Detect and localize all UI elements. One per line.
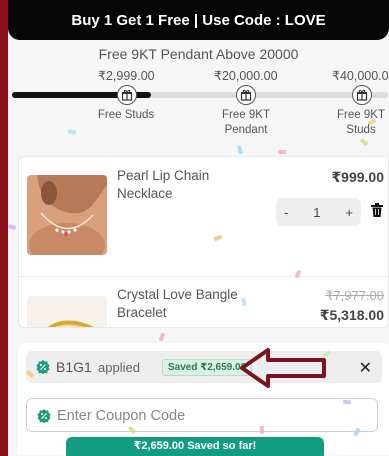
progress-track <box>12 92 388 98</box>
confetti-piece <box>278 150 286 154</box>
quantity-stepper: - 1 + <box>276 198 361 226</box>
savings-banner: ₹2,659.00 Saved so far! <box>66 437 324 456</box>
discount-badge-icon <box>37 409 51 423</box>
milestone-heading: Free 9KT Pendant Above 20000 <box>98 46 299 62</box>
trash-icon[interactable] <box>371 203 383 222</box>
tier-price: ₹20,000.00 <box>214 69 278 83</box>
product-image[interactable] <box>27 175 107 255</box>
decrease-qty-button[interactable]: - <box>284 205 288 220</box>
milestone-tracker: ₹2,999.00 ₹20,000.00 ₹40,000.00 Free Stu… <box>8 68 389 140</box>
promo-banner-text: Buy 1 Get 1 Free | Use Code : LOVE <box>71 11 326 29</box>
gift-icon <box>236 85 256 105</box>
applied-coupon-code: B1G1 <box>56 359 92 375</box>
remove-coupon-button[interactable]: ✕ <box>359 358 372 378</box>
tier-label: Free 9KT Pendant <box>222 109 270 136</box>
saved-amount-badge: Saved ₹2,659.00 <box>162 359 253 376</box>
cart-item: Pearl Lip Chain Necklace ₹999.00 - 1 + <box>19 157 388 277</box>
annotation-arrow-icon <box>240 348 326 388</box>
cart-item-list[interactable]: Pearl Lip Chain Necklace ₹999.00 - 1 + C… <box>18 156 389 328</box>
cart-item: Crystal Love Bangle Bracelet ₹7,977.00 ₹… <box>19 278 388 327</box>
confetti-piece <box>259 425 265 435</box>
product-mrp: ₹7,977.00 <box>325 288 384 303</box>
tier-label: Free 9KT Studs <box>337 109 385 136</box>
confetti-piece <box>342 399 352 405</box>
tier-price: ₹2,999.00 <box>98 69 155 83</box>
product-price: ₹5,318.00 <box>319 307 384 323</box>
confetti-piece <box>158 332 166 342</box>
product-price: ₹999.00 <box>331 169 384 185</box>
product-name[interactable]: Pearl Lip Chain Necklace <box>117 167 257 203</box>
coupon-input-field[interactable] <box>26 398 378 432</box>
coupon-code-input[interactable] <box>57 405 357 427</box>
confetti-piece <box>236 145 244 155</box>
gift-icon <box>352 85 372 105</box>
cart-drawer: Buy 1 Get 1 Free | Use Code : LOVE Free … <box>7 0 389 456</box>
tier-label: Free Studs <box>97 109 155 121</box>
gift-icon <box>117 85 137 105</box>
confetti-piece <box>7 224 17 230</box>
tier-price: ₹40,000.00 <box>332 69 389 83</box>
product-image[interactable] <box>27 296 107 327</box>
background-page-edge <box>0 0 8 456</box>
applied-label: applied <box>98 360 140 375</box>
product-name[interactable]: Crystal Love Bangle Bracelet <box>117 286 257 322</box>
applied-coupon-row: B1G1 applied Saved ₹2,659.00 ✕ <box>26 351 382 383</box>
discount-badge-icon <box>36 360 50 374</box>
promo-banner: Buy 1 Get 1 Free | Use Code : LOVE <box>8 0 389 40</box>
increase-qty-button[interactable]: + <box>345 205 353 220</box>
quantity-value: 1 <box>313 204 321 220</box>
